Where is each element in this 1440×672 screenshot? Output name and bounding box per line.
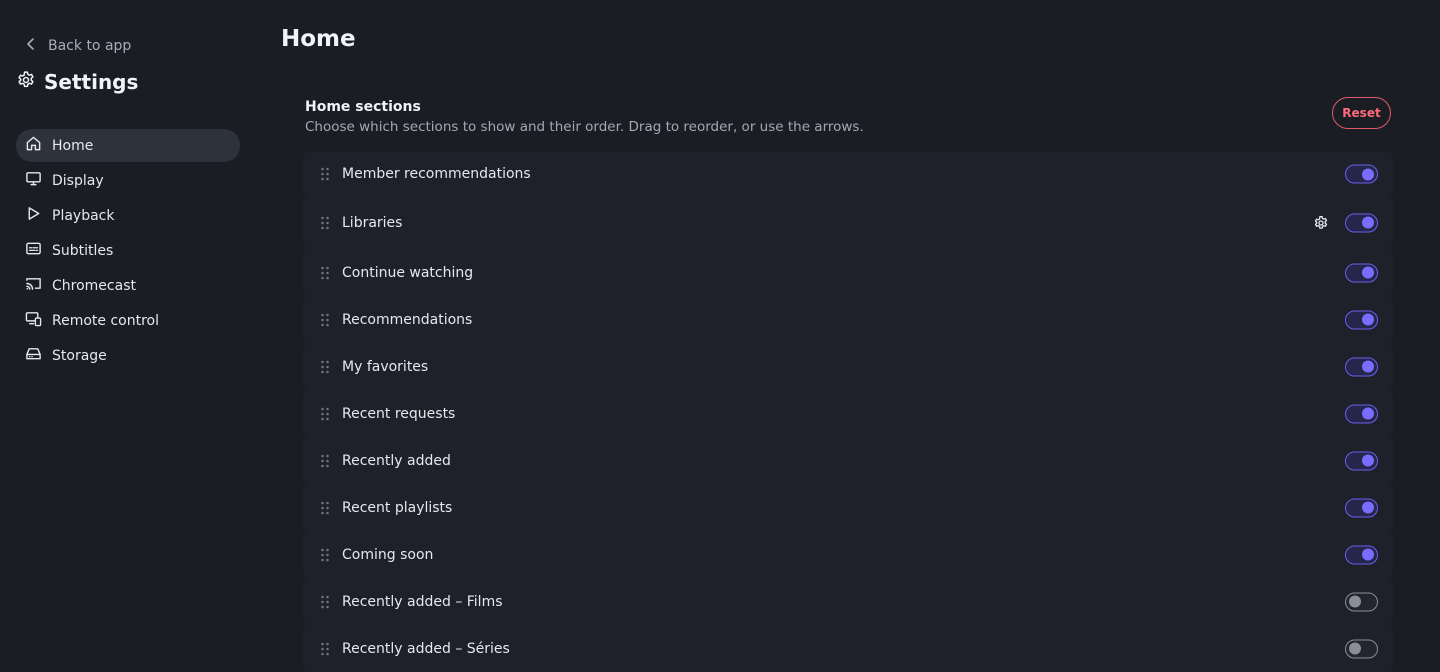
page-title: Home <box>281 26 356 52</box>
section-toggle[interactable] <box>1345 404 1378 423</box>
list-item[interactable]: Coming soon <box>303 531 1393 578</box>
toggle-knob <box>1362 454 1374 467</box>
sidebar-item-remote-control[interactable]: Remote control <box>16 304 240 337</box>
list-item-label: Recently added – Séries <box>342 640 510 657</box>
section-toggle[interactable] <box>1345 263 1378 282</box>
section-description: Choose which sections to show and their … <box>305 119 864 135</box>
drag-handle-icon[interactable] <box>319 215 331 231</box>
drag-handle-icon[interactable] <box>319 500 331 516</box>
sidebar-item-label: Playback <box>52 207 115 224</box>
list-item[interactable]: Recent requests <box>303 390 1393 437</box>
home-icon <box>25 135 42 156</box>
sidebar-item-label: Chromecast <box>52 277 136 294</box>
sidebar-item-storage[interactable]: Storage <box>16 339 240 372</box>
sidebar-item-label: Remote control <box>52 312 159 329</box>
back-to-app-link[interactable]: Back to app <box>24 36 131 56</box>
sidebar-item-playback[interactable]: Playback <box>16 199 240 232</box>
section-toggle[interactable] <box>1345 357 1378 376</box>
section-toggle[interactable] <box>1345 213 1378 232</box>
list-item[interactable]: Recently added – Films <box>303 578 1393 625</box>
back-to-app-label: Back to app <box>48 38 132 54</box>
toggle-knob <box>1362 216 1374 229</box>
toggle-knob <box>1349 642 1361 655</box>
drag-handle-icon[interactable] <box>319 641 331 657</box>
list-item-label: Recently added – Films <box>342 593 503 610</box>
section-toggle[interactable] <box>1345 498 1378 517</box>
list-item-label: Member recommendations <box>342 166 531 182</box>
gear-icon <box>16 70 36 95</box>
remote-icon <box>25 310 42 331</box>
section-toggle[interactable] <box>1345 451 1378 470</box>
section-toggle[interactable] <box>1345 164 1378 184</box>
subtitles-icon <box>25 240 42 261</box>
list-item-label: Libraries <box>342 214 403 231</box>
list-item[interactable]: Libraries <box>303 196 1393 249</box>
list-item-label: Recent playlists <box>342 499 453 516</box>
sidebar-item-label: Display <box>52 172 104 189</box>
drag-handle-icon[interactable] <box>319 594 331 610</box>
settings-title: Settings <box>44 70 139 94</box>
drag-handle-icon[interactable] <box>319 312 331 328</box>
drag-handle-icon[interactable] <box>319 359 331 375</box>
toggle-knob <box>1362 360 1374 373</box>
list-item-label: Recent requests <box>342 405 456 422</box>
drag-handle-icon[interactable] <box>319 406 331 422</box>
toggle-knob <box>1362 168 1374 180</box>
list-item[interactable]: Continue watching <box>303 249 1393 296</box>
list-item-label: Coming soon <box>342 546 434 563</box>
reset-button[interactable]: Reset <box>1332 97 1391 129</box>
drag-handle-icon[interactable] <box>319 453 331 469</box>
list-item-label: Recommendations <box>342 311 473 328</box>
list-item[interactable]: Recommendations <box>303 296 1393 343</box>
sidebar-item-chromecast[interactable]: Chromecast <box>16 269 240 302</box>
drag-handle-icon[interactable] <box>319 166 331 182</box>
sidebar-item-home[interactable]: Home <box>16 129 240 162</box>
monitor-icon <box>25 170 42 191</box>
chevron-left-icon <box>24 37 38 55</box>
list-item[interactable]: Recently added <box>303 437 1393 484</box>
section-toggle[interactable] <box>1345 592 1378 611</box>
settings-nav: Home Display Playback Subtitles Chromeca… <box>16 129 240 374</box>
list-item-label: Recently added <box>342 452 451 469</box>
list-item[interactable]: Member recommendations <box>303 152 1393 196</box>
toggle-knob <box>1362 501 1374 514</box>
row-settings-gear-icon[interactable] <box>1313 215 1329 231</box>
list-item-label: Continue watching <box>342 264 474 281</box>
settings-app: Back to app Settings Home Display Playba… <box>0 0 1440 672</box>
storage-icon <box>25 345 42 366</box>
sidebar-item-subtitles[interactable]: Subtitles <box>16 234 240 267</box>
play-icon <box>25 205 42 226</box>
settings-heading: Settings <box>16 68 138 96</box>
toggle-knob <box>1362 548 1374 561</box>
sidebar: Back to app Settings Home Display Playba… <box>0 0 256 672</box>
home-sections-list: Member recommendations Libraries Continu… <box>303 152 1393 672</box>
list-item[interactable]: My favorites <box>303 343 1393 390</box>
sidebar-item-label: Home <box>52 137 94 154</box>
section-title: Home sections <box>305 99 421 115</box>
toggle-knob <box>1362 407 1374 420</box>
drag-handle-icon[interactable] <box>319 265 331 281</box>
section-toggle[interactable] <box>1345 545 1378 564</box>
section-header: Home sections Choose which sections to s… <box>305 99 1391 135</box>
list-item[interactable]: Recent playlists <box>303 484 1393 531</box>
toggle-knob <box>1362 313 1374 326</box>
sidebar-item-label: Subtitles <box>52 242 114 259</box>
section-toggle[interactable] <box>1345 639 1378 658</box>
toggle-knob <box>1362 266 1374 279</box>
section-toggle[interactable] <box>1345 310 1378 329</box>
sidebar-item-label: Storage <box>52 347 107 364</box>
list-item[interactable]: Recently added – Séries <box>303 625 1393 672</box>
sidebar-item-display[interactable]: Display <box>16 164 240 197</box>
list-item-label: My favorites <box>342 358 429 375</box>
drag-handle-icon[interactable] <box>319 547 331 563</box>
cast-icon <box>25 275 42 296</box>
toggle-knob <box>1349 595 1361 608</box>
